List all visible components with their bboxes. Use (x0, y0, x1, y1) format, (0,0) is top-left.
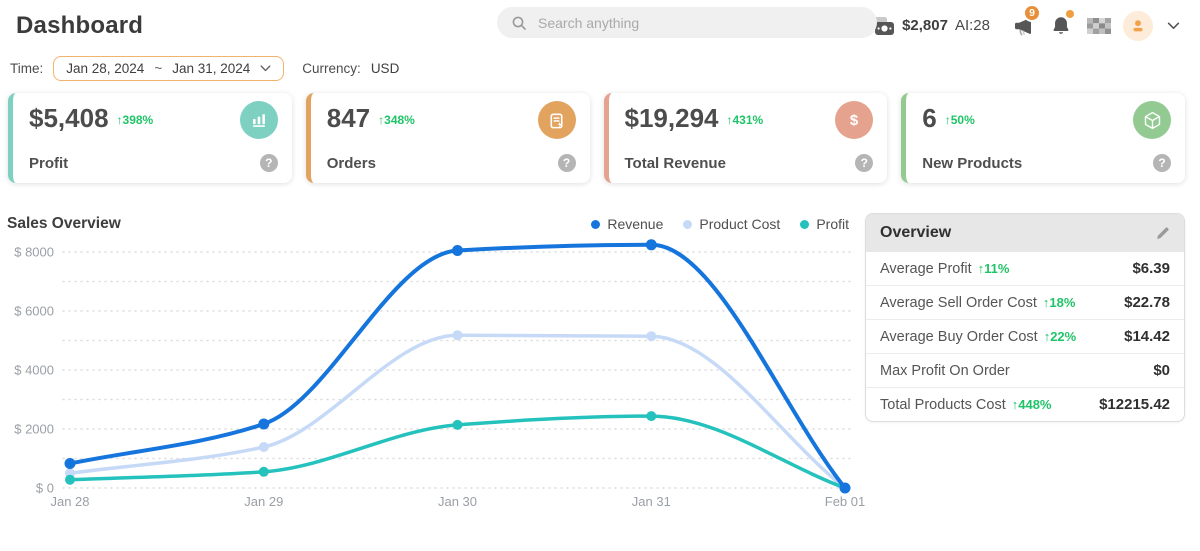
stat-label: Orders (327, 155, 376, 172)
row-value: $6.39 (1132, 260, 1170, 277)
search-bar[interactable] (497, 7, 877, 38)
help-icon[interactable]: ? (558, 154, 576, 172)
stat-value: 6 (922, 104, 936, 133)
overview-row-max-profit-on-order: Max Profit On Order $0 (866, 354, 1184, 388)
overview-panel-title: Overview (880, 224, 951, 242)
svg-text:Jan 31: Jan 31 (632, 494, 671, 509)
svg-text:Jan 29: Jan 29 (244, 494, 283, 509)
svg-text:$ 6000: $ 6000 (14, 304, 54, 319)
legend-dot (800, 220, 809, 229)
overview-row-average-sell-order-cost: Average Sell Order Cost ↑18% $22.78 (866, 286, 1184, 320)
stat-card-orders: 847 ↑348% Orders ? (306, 93, 590, 183)
chevron-down-icon (260, 65, 271, 72)
edit-button[interactable] (1155, 226, 1170, 241)
stat-card-profit: $5,408 ↑398% Profit ? (8, 93, 292, 183)
row-change: ↑11% (978, 261, 1010, 276)
search-input[interactable] (536, 14, 863, 32)
person-icon (1129, 17, 1147, 35)
row-label: Average Profit (880, 261, 972, 277)
stat-change: ↑50% (945, 113, 975, 127)
svg-text:$ 2000: $ 2000 (14, 422, 54, 437)
page-title: Dashboard (16, 12, 143, 40)
account-menu-button[interactable] (1164, 12, 1182, 39)
balance-display[interactable]: $2,807 AI:28 (869, 16, 990, 36)
sales-overview-title: Sales Overview (6, 215, 121, 233)
sales-chart[interactable]: $ 0$ 2000$ 4000$ 6000$ 8000Jan 28Jan 29J… (6, 239, 866, 521)
overview-row-average-profit: Average Profit ↑11% $6.39 (866, 252, 1184, 286)
row-value: $0 (1153, 362, 1170, 379)
legend-label: Profit (816, 216, 849, 232)
svg-text:Jan 28: Jan 28 (50, 494, 89, 509)
stat-value: $5,408 (29, 104, 109, 133)
legend-label: Product Cost (699, 216, 780, 232)
chart-legend: Revenue Product Cost Profit (591, 216, 849, 232)
app-header: Dashboard $2,807 AI:28 9 (0, 0, 1200, 47)
stat-change: ↑431% (726, 113, 763, 127)
stat-value: $19,294 (625, 104, 719, 133)
notifications-button[interactable] (1047, 12, 1074, 39)
stat-label: Total Revenue (625, 155, 726, 172)
svg-text:$: $ (850, 112, 859, 129)
dollar-icon: $ (835, 101, 873, 139)
package-icon (1133, 101, 1171, 139)
row-value: $22.78 (1124, 294, 1170, 311)
row-change: ↑22% (1044, 329, 1077, 344)
stat-card-new-products: 6 ↑50% New Products ? (901, 93, 1185, 183)
row-label: Average Buy Order Cost (880, 329, 1038, 345)
date-range-picker[interactable]: Jan 28, 2024 ~ Jan 31, 2024 (53, 56, 284, 81)
currency-value: USD (371, 61, 400, 76)
svg-text:Jan 30: Jan 30 (438, 494, 477, 509)
row-value: $14.42 (1124, 328, 1170, 345)
svg-text:Feb 01: Feb 01 (825, 494, 865, 509)
row-label: Max Profit On Order (880, 363, 1010, 379)
header-actions: $2,807 AI:28 9 (869, 11, 1182, 41)
stat-card-total-revenue: $19,294 ↑431% $ Total Revenue ? (604, 93, 888, 183)
sales-chart-section: Sales Overview Revenue Product Cost Prof… (0, 213, 865, 521)
legend-item-profit[interactable]: Profit (800, 216, 849, 232)
main-content: Sales Overview Revenue Product Cost Prof… (0, 213, 1200, 521)
row-change: ↑448% (1012, 397, 1052, 412)
help-icon[interactable]: ? (1153, 154, 1171, 172)
balance-amount: $2,807 (902, 17, 948, 34)
search-icon (511, 15, 527, 31)
user-avatar[interactable] (1123, 11, 1153, 41)
legend-item-revenue[interactable]: Revenue (591, 216, 663, 232)
row-label: Total Products Cost (880, 397, 1006, 413)
orders-clipboard-icon (538, 101, 576, 139)
filter-bar: Time: Jan 28, 2024 ~ Jan 31, 2024 Curren… (0, 47, 1200, 81)
stat-value: 847 (327, 104, 370, 133)
legend-label: Revenue (607, 216, 663, 232)
overview-row-average-buy-order-cost: Average Buy Order Cost ↑22% $14.42 (866, 320, 1184, 354)
overview-row-total-products-cost: Total Products Cost ↑448% $12215.42 (866, 388, 1184, 421)
ai-credits: AI:28 (955, 17, 990, 34)
date-start: Jan 28, 2024 (66, 61, 144, 76)
time-label: Time: (10, 61, 43, 76)
chevron-down-icon (1167, 22, 1180, 30)
blurred-flag-icon (1087, 18, 1111, 34)
date-separator: ~ (154, 61, 162, 76)
help-icon[interactable]: ? (855, 154, 873, 172)
announcements-button[interactable]: 9 (1009, 12, 1036, 39)
stat-cards-row: $5,408 ↑398% Profit ? 847 ↑348% Orders ?… (8, 93, 1185, 183)
legend-dot (683, 220, 692, 229)
stat-label: Profit (29, 155, 68, 172)
date-end: Jan 31, 2024 (172, 61, 250, 76)
row-label: Average Sell Order Cost (880, 295, 1037, 311)
stat-change: ↑398% (117, 113, 154, 127)
svg-text:$ 8000: $ 8000 (14, 245, 54, 260)
row-change: ↑18% (1043, 295, 1076, 310)
currency-label: Currency: (302, 61, 361, 76)
legend-item-product-cost[interactable]: Product Cost (683, 216, 780, 232)
legend-dot (591, 220, 600, 229)
bar-chart-icon (240, 101, 278, 139)
help-icon[interactable]: ? (260, 154, 278, 172)
stat-label: New Products (922, 155, 1022, 172)
overview-panel: Overview Average Profit ↑11% $6.39 Avera… (865, 213, 1185, 422)
notification-dot (1066, 10, 1074, 18)
row-value: $12215.42 (1099, 396, 1170, 413)
svg-text:$ 4000: $ 4000 (14, 363, 54, 378)
language-flag-button[interactable] (1085, 12, 1112, 39)
stat-change: ↑348% (378, 113, 415, 127)
announcements-badge: 9 (1023, 4, 1041, 22)
